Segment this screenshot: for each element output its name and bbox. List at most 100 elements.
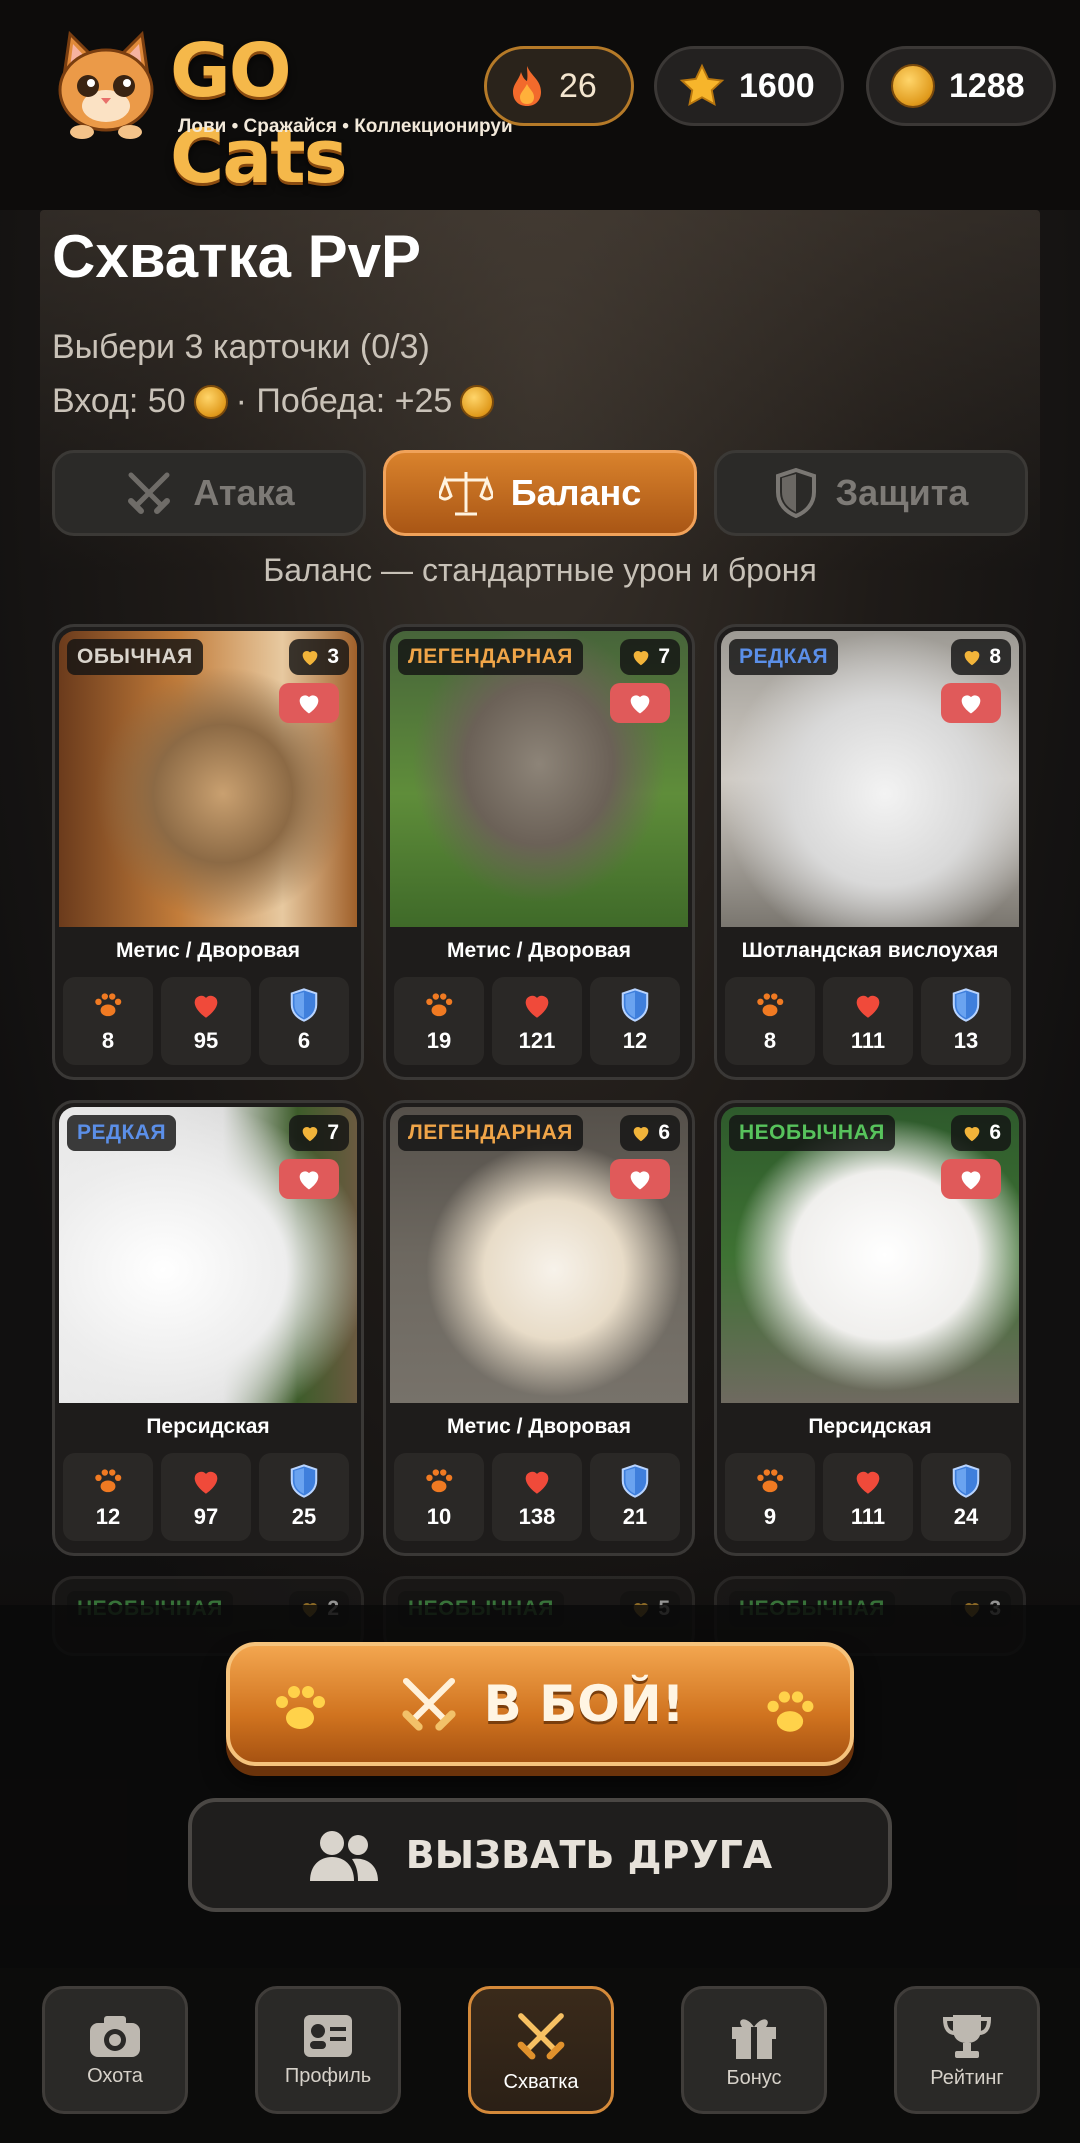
- attack-stat: 8: [63, 977, 153, 1065]
- card-stats: 8 95 6: [63, 977, 353, 1069]
- rarity-badge: ЛЕГЕНДАРНАЯ: [398, 639, 583, 675]
- attack-value: 8: [763, 1028, 777, 1053]
- defense-value: 13: [953, 1028, 979, 1053]
- cat-photo: [390, 631, 688, 927]
- coin-icon: [193, 384, 228, 419]
- mode-description: Баланс — стандартные урон и броня: [263, 552, 817, 588]
- defense-stat: 25: [259, 1453, 349, 1541]
- stars-value: 1600: [739, 66, 815, 105]
- hp-stat: 111: [823, 1453, 913, 1541]
- breed-name: Персидская: [808, 1415, 932, 1438]
- heart-icon: [964, 651, 980, 666]
- heart-icon: [856, 995, 880, 1018]
- paw-icon: [276, 1686, 325, 1729]
- gift-icon: [732, 2018, 776, 2059]
- crossed-swords-icon: [517, 2012, 565, 2059]
- card-count-badge: 7: [289, 1115, 349, 1151]
- cat-photo: [59, 631, 357, 927]
- mode-defense-label: Защита: [835, 472, 969, 513]
- favorite-button[interactable]: [941, 683, 1001, 723]
- card-count: 3: [327, 645, 339, 668]
- favorite-button[interactable]: [610, 683, 670, 723]
- heart-icon: [525, 995, 549, 1018]
- paw-icon: [757, 993, 784, 1017]
- hp-value: 111: [850, 1028, 886, 1053]
- streak-counter[interactable]: 26: [484, 46, 634, 126]
- star-icon: [679, 63, 725, 107]
- cat-photo: [59, 1107, 357, 1403]
- card-count: 6: [658, 1121, 670, 1144]
- nav-label: Бонус: [726, 2066, 782, 2089]
- defense-value: 12: [622, 1028, 648, 1053]
- heart-icon: [856, 1471, 880, 1494]
- crossed-swords-icon: [401, 1677, 456, 1731]
- battle-mode-selector: Атака Баланс Защита: [52, 450, 1028, 536]
- heart-icon: [194, 1471, 218, 1494]
- nav-item-hunt[interactable]: Охота: [42, 1986, 188, 2114]
- attack-stat: 8: [725, 977, 815, 1065]
- trophy-icon: [942, 2014, 992, 2058]
- coins-value: 1288: [949, 66, 1025, 105]
- favorite-button[interactable]: [610, 1159, 670, 1199]
- favorite-button[interactable]: [279, 1159, 339, 1199]
- hp-value: 121: [518, 1028, 556, 1053]
- challenge-friend-label: ВЫЗВАТЬ ДРУГА: [405, 1833, 773, 1877]
- fire-icon: [513, 66, 541, 106]
- selection-hint: Выбери 3 карточки (0/3): [52, 328, 430, 366]
- cat-card[interactable]: ОБЫЧНАЯ 3 Метис / Дворовая 8 95 6: [52, 624, 364, 1080]
- card-stats: 8 111 13: [725, 977, 1015, 1069]
- shield-icon: [952, 1464, 980, 1498]
- attack-value: 12: [95, 1504, 121, 1529]
- cat-card[interactable]: РЕДКАЯ 7 Персидская 12 97 25: [52, 1100, 364, 1556]
- attack-stat: 10: [394, 1453, 484, 1541]
- bottom-navigation: Охота Профиль Схватка Бонус Рейтинг: [0, 1968, 1080, 2143]
- entry-fee: Вход: 50: [52, 382, 186, 420]
- heart-icon: [194, 995, 218, 1018]
- mode-defense-button[interactable]: Защита: [714, 450, 1028, 536]
- stars-counter[interactable]: 1600: [654, 46, 844, 126]
- card-count: 8: [989, 645, 1001, 668]
- hp-value: 97: [193, 1504, 219, 1529]
- cat-card[interactable]: РЕДКАЯ 8 Шотландская вислоухая 8 111 13: [714, 624, 1026, 1080]
- hp-value: 111: [850, 1504, 886, 1529]
- fight-button[interactable]: В БОЙ!: [226, 1642, 854, 1766]
- paw-icon: [426, 993, 453, 1017]
- card-stats: 12 97 25: [63, 1453, 353, 1545]
- heart-icon: [630, 1171, 650, 1190]
- defense-value: 25: [291, 1504, 317, 1529]
- cat-card[interactable]: ЛЕГЕНДАРНАЯ 7 Метис / Дворовая 19 121 12: [383, 624, 695, 1080]
- mode-balance-button[interactable]: Баланс: [383, 450, 697, 536]
- cat-card[interactable]: НЕОБЫЧНАЯ 6 Персидская 9 111 24: [714, 1100, 1026, 1556]
- nav-item-profile[interactable]: Профиль: [255, 1986, 401, 2114]
- breed-name: Шотландская вислоухая: [741, 939, 999, 962]
- cat-card[interactable]: ЛЕГЕНДАРНАЯ 6 Метис / Дворовая 10 138 21: [383, 1100, 695, 1556]
- hp-stat: 138: [492, 1453, 582, 1541]
- profile-card-icon: [304, 2014, 352, 2057]
- hp-value: 138: [518, 1504, 556, 1529]
- paw-icon: [426, 1469, 453, 1493]
- entry-reward-info: Вход: 50 · Победа: +25: [52, 382, 495, 421]
- nav-item-rating[interactable]: Рейтинг: [894, 1986, 1040, 2114]
- paw-icon: [757, 1469, 784, 1493]
- nav-item-bonus[interactable]: Бонус: [681, 1986, 827, 2114]
- heart-icon: [961, 695, 981, 714]
- heart-icon: [961, 1171, 981, 1190]
- shield-icon: [290, 1464, 318, 1498]
- favorite-button[interactable]: [941, 1159, 1001, 1199]
- cat-mascot-icon: [58, 30, 154, 139]
- card-stats: 9 111 24: [725, 1453, 1015, 1545]
- app-title: GO Cats: [170, 28, 348, 200]
- card-count: 7: [658, 645, 670, 668]
- nav-item-battle[interactable]: Схватка: [468, 1986, 614, 2114]
- heart-icon: [525, 1471, 549, 1494]
- challenge-friend-button[interactable]: ВЫЗВАТЬ ДРУГА: [188, 1798, 892, 1912]
- mode-attack-button[interactable]: Атака: [52, 450, 366, 536]
- nav-label: Профиль: [284, 2064, 372, 2087]
- nav-label: Схватка: [503, 2070, 579, 2093]
- favorite-button[interactable]: [279, 683, 339, 723]
- coins-counter[interactable]: 1288: [866, 46, 1056, 126]
- paw-icon: [95, 993, 122, 1017]
- defense-stat: 21: [590, 1453, 680, 1541]
- hp-stat: 111: [823, 977, 913, 1065]
- fight-label: В БОЙ!: [483, 1675, 685, 1733]
